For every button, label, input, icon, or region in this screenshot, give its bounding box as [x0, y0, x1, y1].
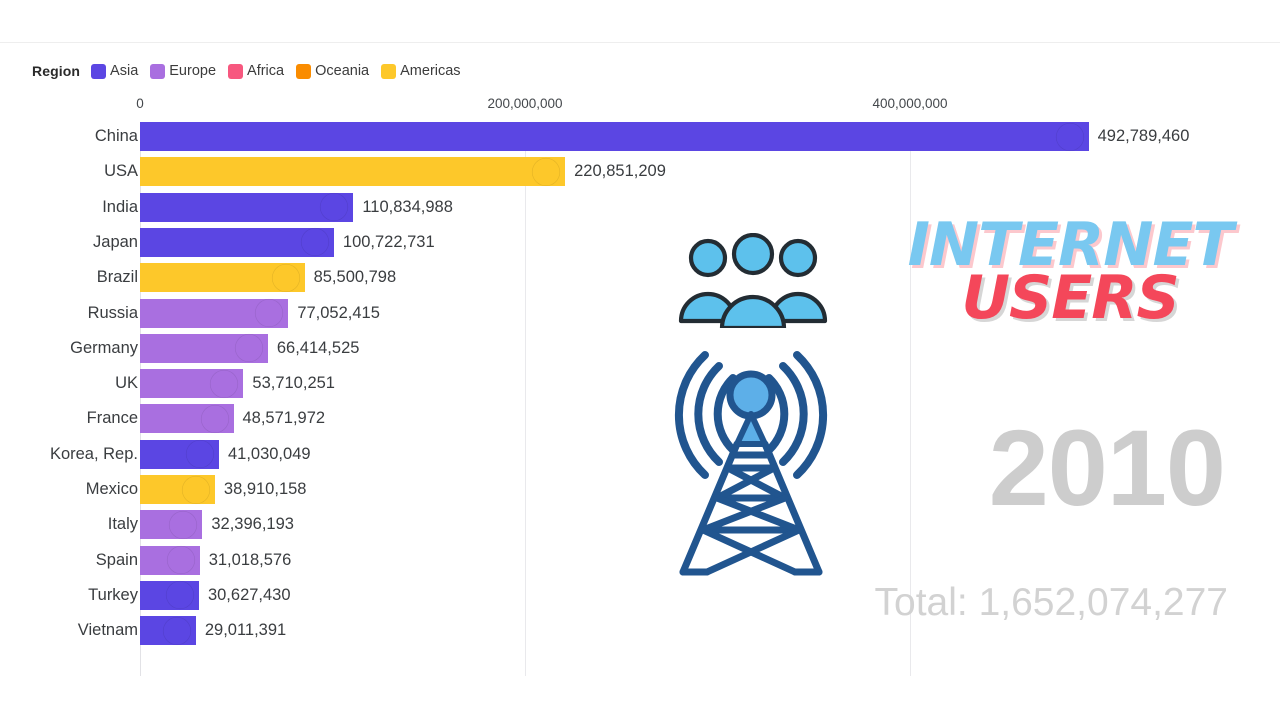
flag-icon-cn: [1056, 123, 1083, 150]
legend-label-americas: Americas: [400, 63, 461, 79]
bar-fill[interactable]: [140, 122, 1089, 151]
bar-row-label: Brazil: [96, 268, 138, 287]
bar-row-label: Turkey: [88, 585, 138, 604]
bar-row[interactable]: India 110,834,988: [0, 192, 1280, 222]
flag-icon-it: [170, 511, 197, 538]
bar-row-label: China: [94, 127, 138, 145]
flag-icon-in: [320, 193, 348, 221]
x-tick-2: 400,000,000: [872, 96, 948, 111]
legend-swatch-asia: [91, 63, 107, 79]
x-tick-1: 200,000,000: [487, 96, 563, 111]
flag-icon-jp: [301, 229, 328, 256]
bar-row-label: Vietnam: [77, 621, 138, 640]
flag-icon-br: [272, 264, 299, 291]
bar-row[interactable]: Japan 100,722,731: [0, 227, 1280, 257]
bar-value-label: 31,018,576: [208, 550, 292, 569]
bar-row-label: Spain: [95, 550, 138, 569]
legend-label-asia: Asia: [110, 63, 139, 79]
bar-row-label: Japan: [93, 232, 138, 251]
bar-value-label: 492,789,460: [1097, 127, 1190, 145]
flag-icon-tr: [166, 582, 193, 609]
x-tick-0: 0: [136, 96, 144, 111]
bar-row-label: Russia: [87, 303, 138, 322]
bar-value-label: 48,571,972: [242, 409, 326, 428]
year-counter: 2010: [988, 407, 1226, 528]
bar-value-label: 77,052,415: [297, 303, 380, 322]
legend-item-africa[interactable]: Africa: [228, 63, 284, 79]
bar-row[interactable]: Spain 31,018,576: [0, 545, 1280, 575]
bar-value-label: 38,910,158: [223, 480, 307, 498]
bar-value-label: 85,500,798: [313, 268, 397, 287]
bar-value-label: 41,030,049: [227, 444, 311, 463]
bar-value-label: 53,710,251: [252, 374, 335, 393]
bar-row-label: India: [102, 197, 138, 216]
legend-item-oceania[interactable]: Oceania: [296, 63, 369, 79]
legend-item-americas[interactable]: Americas: [381, 63, 461, 79]
bar-value-label: 29,011,391: [204, 621, 287, 640]
flag-icon-de: [235, 335, 262, 362]
bar-row-label: Mexico: [85, 480, 138, 498]
legend-label-oceania: Oceania: [315, 63, 370, 79]
legend-item-europe[interactable]: Europe: [150, 63, 216, 79]
legend-label-europe: Europe: [169, 63, 217, 79]
bar-value-label: 110,834,988: [362, 197, 453, 216]
bar-value-label: 66,414,525: [276, 338, 360, 357]
bar-row-label: Korea, Rep.: [49, 444, 138, 463]
legend-title: Region: [32, 63, 81, 79]
legend-label-africa: Africa: [247, 63, 285, 79]
bar-row[interactable]: Russia 77,052,415: [0, 298, 1280, 328]
bar-row[interactable]: Germany 66,414,525: [0, 333, 1280, 363]
flag-icon-mx: [182, 476, 209, 503]
legend-swatch-oceania: [296, 63, 312, 79]
bar-row-label: USA: [104, 162, 138, 181]
bar-value-label: 30,627,430: [207, 585, 291, 604]
flag-icon-gb: [211, 370, 238, 397]
top-divider: [0, 42, 1280, 43]
legend-swatch-americas: [381, 63, 397, 79]
bar-chart-race-canvas: Region Asia Europe Africa Oceania Americ…: [0, 0, 1280, 720]
bar-value-label: 32,396,193: [211, 515, 294, 534]
bar-row-label: Italy: [107, 515, 138, 534]
bar-value-label: 220,851,209: [574, 162, 666, 181]
region-legend: Region Asia Europe Africa Oceania Americ…: [32, 60, 466, 82]
bar-row-label: UK: [115, 374, 138, 393]
flag-icon-es: [167, 547, 194, 574]
bar-value-label: 100,722,731: [342, 232, 435, 251]
bar-row[interactable]: Brazil 85,500,798: [0, 263, 1280, 293]
bar-row[interactable]: UK 53,710,251: [0, 369, 1280, 399]
total-counter: Total: 1,652,074,277: [874, 581, 1228, 624]
flag-icon-ru: [256, 300, 283, 327]
bar-row-label: Germany: [70, 338, 138, 357]
legend-swatch-africa: [228, 63, 244, 79]
radio-tower-icon: [655, 340, 847, 578]
bar-row-label: France: [86, 409, 138, 428]
bar-fill[interactable]: [140, 157, 566, 187]
flag-icon-us: [533, 158, 560, 185]
bar-row[interactable]: China 492,789,460: [0, 122, 1280, 151]
legend-swatch-europe: [150, 63, 166, 79]
flag-icon-fr: [201, 405, 228, 432]
bar-row[interactable]: USA 220,851,209: [0, 157, 1280, 187]
people-group-icon: [678, 232, 828, 331]
flag-icon-vn: [163, 617, 190, 644]
legend-item-asia[interactable]: Asia: [91, 63, 138, 79]
flag-icon-kr: [186, 441, 213, 468]
